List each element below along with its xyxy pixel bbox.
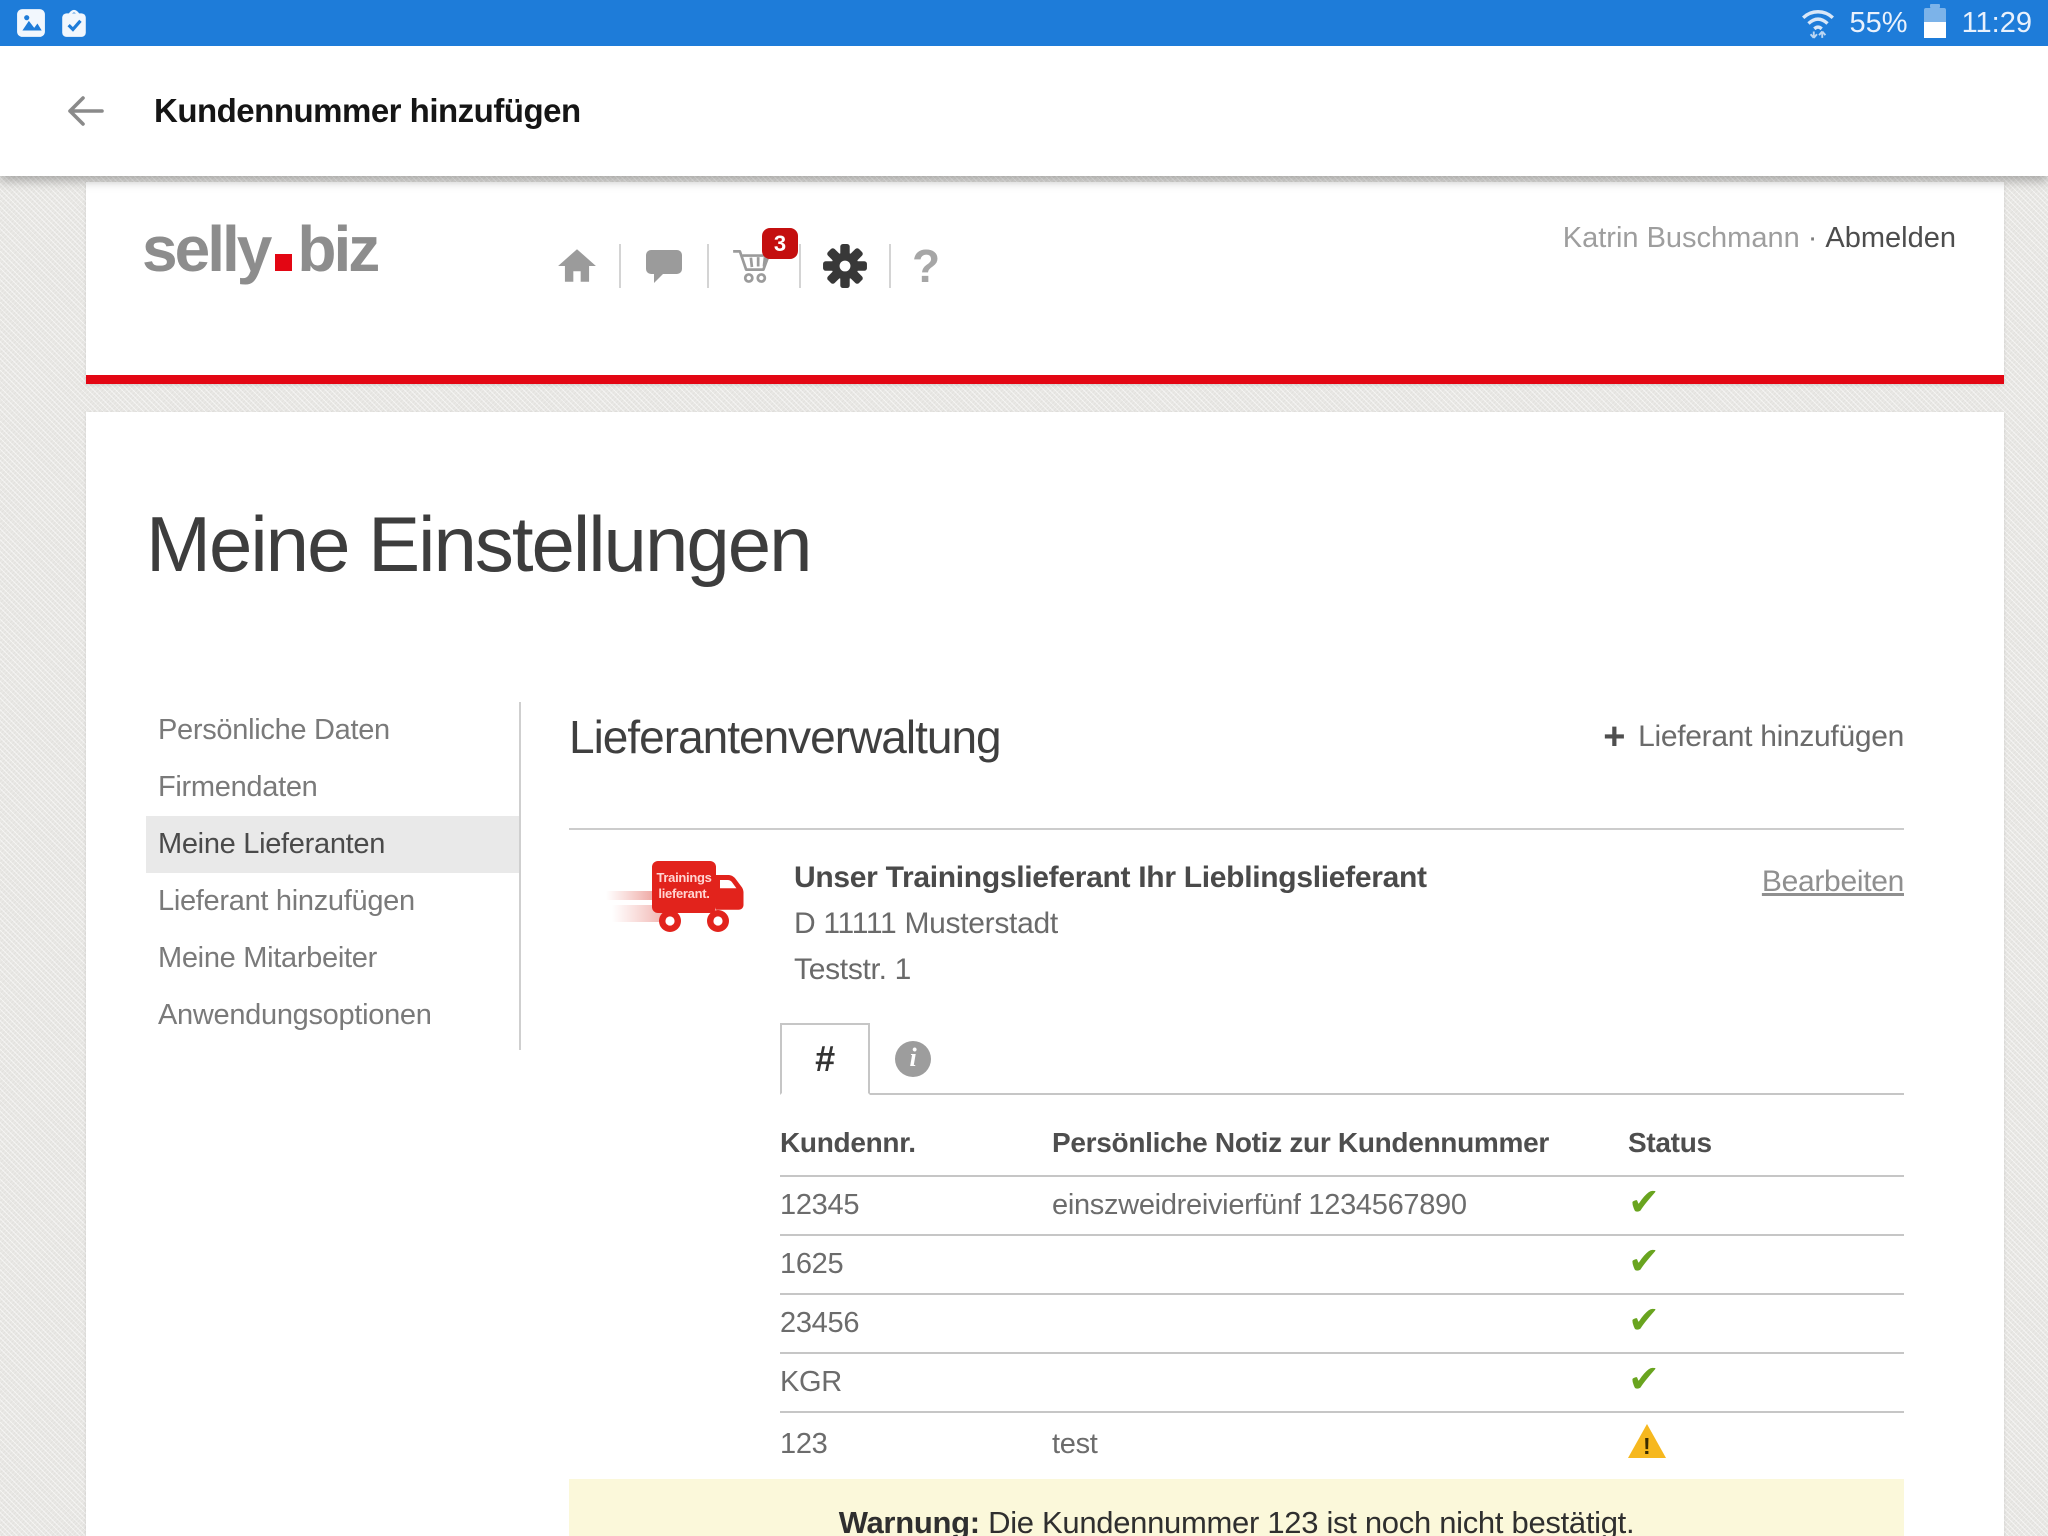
supplier-street: Teststr. 1: [794, 953, 1762, 987]
site-header: sellybiz 3: [86, 182, 2004, 384]
supplier-logo-truck-icon: Trainings lieferant.: [606, 855, 746, 940]
divider: [569, 828, 1904, 830]
status-ok-icon: ✔: [1628, 1298, 1660, 1342]
battery-percent: 55%: [1850, 7, 1908, 40]
selly-logo[interactable]: sellybiz: [142, 212, 377, 286]
note-cell: [1052, 1294, 1628, 1353]
divider: [619, 244, 621, 288]
help-icon[interactable]: ?: [912, 243, 940, 289]
status-bar: 55% 11:29: [0, 0, 2048, 46]
logout-link[interactable]: Abmelden: [1825, 222, 1956, 254]
status-cell: !: [1628, 1412, 1904, 1477]
note-cell: einszweidreivierfünf 1234567890: [1052, 1176, 1628, 1235]
logo-red-dot-icon: [275, 254, 292, 271]
tab-customer-numbers[interactable]: #: [780, 1023, 870, 1095]
table-row: 1625 ✔: [780, 1235, 1904, 1294]
column-header: Persönliche Notiz zur Kundennummer: [1052, 1095, 1628, 1176]
svg-text:lieferant.: lieferant.: [658, 886, 709, 901]
gallery-notification-icon: [16, 8, 46, 38]
settings-sidebar: Persönliche DatenFirmendatenMeine Liefer…: [146, 702, 521, 1050]
clock: 11:29: [1962, 7, 2032, 40]
add-supplier-link[interactable]: + Lieferant hinzufügen: [1603, 718, 1904, 756]
notification-icons: [16, 8, 88, 38]
supplier-info: Unser Trainingslieferant Ihr Lieblingsli…: [794, 861, 1762, 987]
warning-banner: Warnung: Die Kundennummer 123 ist noch n…: [569, 1479, 1904, 1536]
sidebar-item-meine-lieferanten[interactable]: Meine Lieferanten: [146, 816, 519, 873]
status-cell: ✔: [1628, 1176, 1904, 1235]
wifi-icon: [1800, 6, 1836, 40]
table-row: 123test!: [780, 1412, 1904, 1477]
supplier-management-panel: Lieferantenverwaltung + Lieferant hinzuf…: [521, 702, 2004, 1536]
home-icon[interactable]: [556, 246, 598, 286]
cart-badge: 3: [762, 228, 798, 259]
customer-number-cell: KGR: [780, 1353, 1052, 1412]
cart-icon[interactable]: 3: [730, 245, 778, 287]
divider: [889, 244, 891, 288]
bluetooth-icon: [1762, 6, 1786, 40]
supplier-tab-bar: # i: [780, 1023, 1904, 1095]
customer-number-table: Kundennr.Persönliche Notiz zur Kundennum…: [780, 1095, 1904, 1477]
table-row: 12345einszweidreivierfünf 1234567890✔: [780, 1176, 1904, 1235]
sidebar-item-meine-mitarbeiter[interactable]: Meine Mitarbeiter: [146, 930, 519, 987]
divider: [799, 244, 801, 288]
brand-red-bar: [86, 375, 2004, 384]
sidebar-item-anwendungsoptionen[interactable]: Anwendungsoptionen: [146, 987, 519, 1044]
settings-card: Meine Einstellungen Persönliche DatenFir…: [86, 412, 2004, 1536]
status-warning-icon: !: [1628, 1424, 1666, 1458]
status-cell: ✔: [1628, 1235, 1904, 1294]
note-cell: [1052, 1235, 1628, 1294]
svg-text:Trainings: Trainings: [656, 870, 711, 885]
plus-icon: +: [1603, 718, 1625, 756]
note-cell: test: [1052, 1412, 1628, 1477]
column-header: Status: [1628, 1095, 1904, 1176]
status-indicators: 55% 11:29: [1762, 6, 2032, 40]
app-bar: Kundennummer hinzufügen: [0, 46, 2048, 176]
table-row: 23456 ✔: [780, 1294, 1904, 1353]
sidebar-item-lieferant-hinzufügen[interactable]: Lieferant hinzufügen: [146, 873, 519, 930]
table-row: KGR ✔: [780, 1353, 1904, 1412]
status-cell: ✔: [1628, 1353, 1904, 1412]
status-cell: ✔: [1628, 1294, 1904, 1353]
info-icon: i: [895, 1041, 931, 1077]
customer-number-cell: 12345: [780, 1176, 1052, 1235]
header-icon-row: 3: [556, 234, 940, 298]
user-name: Katrin Buschmann: [1563, 222, 1800, 254]
settings-title: Meine Einstellungen: [146, 500, 2004, 590]
divider: [707, 244, 709, 288]
supplier-city: D 11111 Musterstadt: [794, 907, 1762, 941]
user-area: Katrin Buschmann·Abmelden: [1563, 222, 1956, 255]
customer-number-cell: 23456: [780, 1294, 1052, 1353]
screen: 55% 11:29 Kundennummer hinzufügen sellyb…: [0, 0, 2048, 1536]
column-header: Kundennr.: [780, 1095, 1052, 1176]
sidebar-item-firmendaten[interactable]: Firmendaten: [146, 759, 519, 816]
page-title: Kundennummer hinzufügen: [154, 92, 581, 130]
back-arrow-icon: [62, 89, 108, 133]
chat-icon[interactable]: [642, 246, 686, 286]
settings-gear-icon[interactable]: [822, 243, 868, 289]
battery-icon: [1924, 8, 1946, 38]
supplier-name: Unser Trainingslieferant Ihr Lieblingsli…: [794, 861, 1762, 895]
table-header-row: Kundennr.Persönliche Notiz zur Kundennum…: [780, 1095, 1904, 1176]
customer-number-cell: 1625: [780, 1235, 1052, 1294]
note-cell: [1052, 1353, 1628, 1412]
edit-supplier-link[interactable]: Bearbeiten: [1762, 865, 1904, 899]
sidebar-item-persönliche-daten[interactable]: Persönliche Daten: [146, 702, 519, 759]
section-heading: Lieferantenverwaltung: [569, 710, 1001, 764]
clipboard-check-notification-icon: [60, 8, 88, 38]
tab-info[interactable]: i: [870, 1025, 956, 1093]
status-ok-icon: ✔: [1628, 1357, 1660, 1401]
customer-number-cell: 123: [780, 1412, 1052, 1477]
supplier-row: Trainings lieferant. Unser Trainingslief…: [569, 855, 1904, 987]
back-button[interactable]: [60, 86, 110, 136]
status-ok-icon: ✔: [1628, 1239, 1660, 1283]
status-ok-icon: ✔: [1628, 1180, 1660, 1224]
